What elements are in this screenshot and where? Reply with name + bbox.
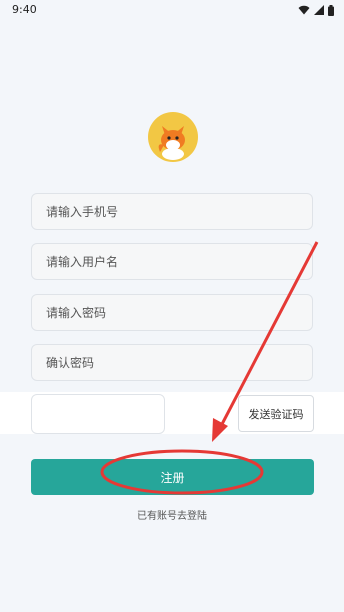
phone-placeholder: 请输入手机号 — [46, 205, 119, 219]
status-bar: 9:40 — [0, 0, 344, 22]
register-button[interactable]: 注册 — [31, 459, 314, 495]
password-placeholder: 请输入密码 — [46, 306, 107, 320]
confirm-placeholder: 确认密码 — [46, 356, 95, 370]
username-placeholder: 请输入用户名 — [46, 255, 119, 269]
signal-icon — [314, 5, 324, 15]
status-time: 9:40 — [12, 3, 37, 16]
confirm-password-field[interactable]: 确认密码 — [31, 344, 313, 381]
battery-icon — [328, 4, 334, 16]
verification-code-input[interactable] — [31, 394, 165, 434]
send-code-button[interactable]: 发送验证码 — [238, 395, 314, 432]
username-field[interactable]: 请输入用户名 — [31, 243, 313, 280]
fox-logo — [148, 112, 198, 162]
go-login-link[interactable]: 已有账号去登陆 — [0, 507, 344, 522]
status-icons — [298, 4, 334, 16]
fox-icon — [158, 126, 185, 160]
password-field[interactable]: 请输入密码 — [31, 294, 313, 331]
phone-field[interactable]: 请输入手机号 — [31, 193, 313, 230]
wifi-icon — [298, 5, 310, 15]
